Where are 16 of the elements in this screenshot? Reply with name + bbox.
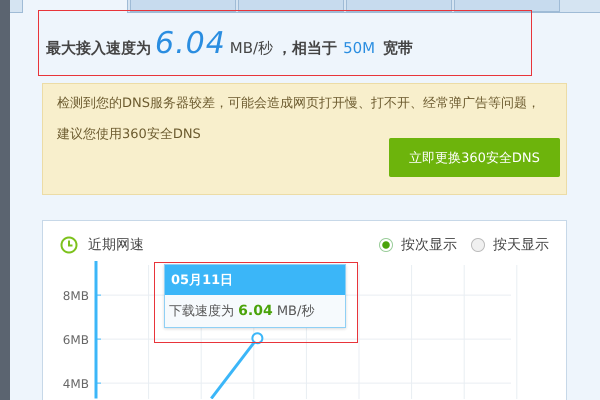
tooltip-date: 05月11日 [165, 265, 345, 295]
view-radio[interactable]: 按天显示 [471, 236, 549, 254]
axis-label: 8MB [62, 289, 89, 304]
panel-title: 近期网速 [88, 236, 144, 254]
view-radio[interactable]: 按次显示 [379, 236, 457, 254]
tab[interactable] [454, 0, 560, 12]
axis-label: 4MB [62, 377, 89, 392]
data-point [251, 332, 264, 344]
tab[interactable] [130, 0, 236, 12]
clock-icon [60, 236, 78, 254]
tab[interactable] [22, 0, 128, 13]
max-speed-text: 最大接入速度为 6.04 MB/秒 ，相当于 50M 宽带 [45, 26, 414, 60]
tooltip-speed-text: 下载速度为 6.04 MB/秒 [168, 302, 316, 321]
tab[interactable] [346, 0, 452, 12]
tab[interactable] [238, 0, 344, 12]
axis-label: 6MB [62, 333, 89, 348]
